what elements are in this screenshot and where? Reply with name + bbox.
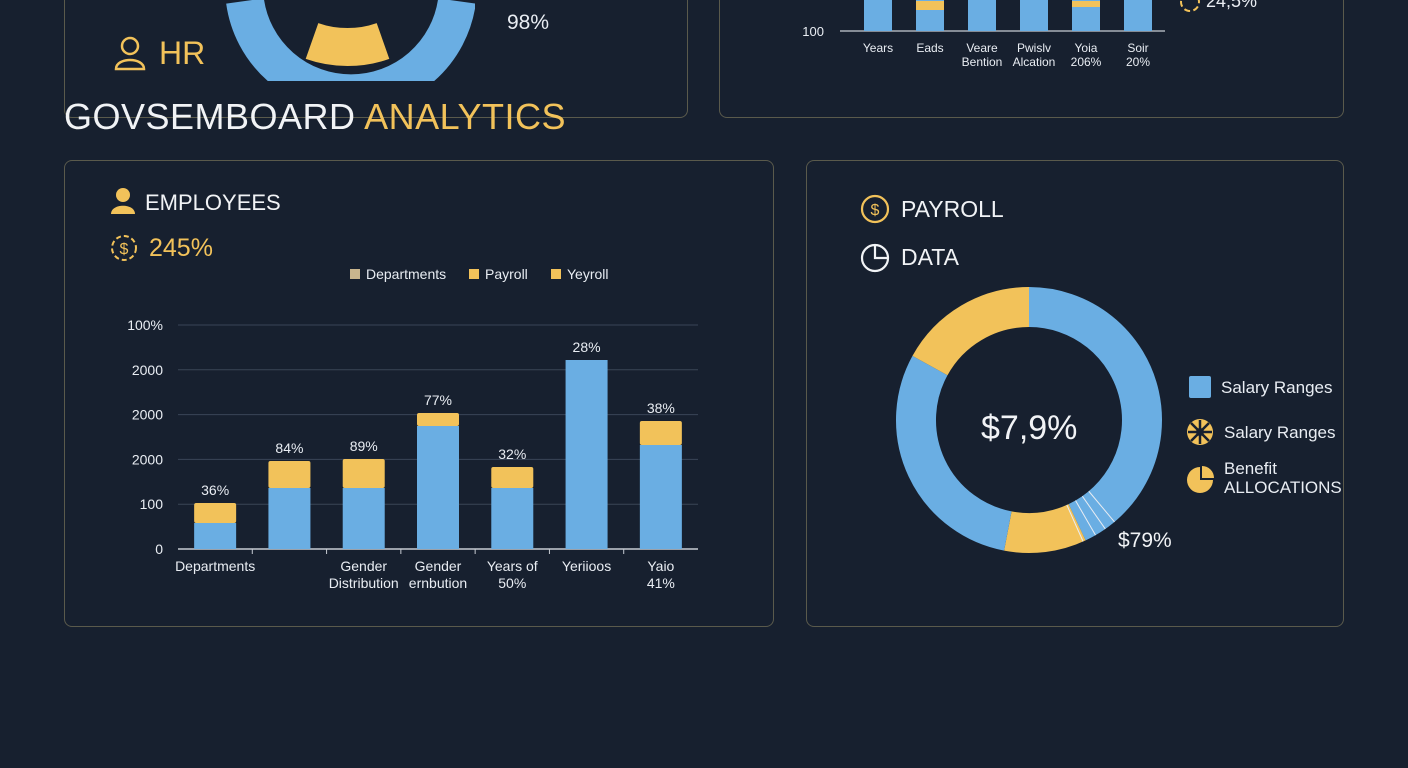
bar-departments <box>268 488 311 549</box>
mini-bar-chart: 100 Years Eads VeareBention PwislvAlcation Yo… <box>802 0 1165 69</box>
bar-departments <box>639 445 682 549</box>
mini-y-tick: 100 <box>802 24 824 39</box>
bar-departments <box>417 426 459 549</box>
data-label: 89% <box>350 438 378 454</box>
x-tick-label: Yeriioos <box>562 558 611 574</box>
mini-bar <box>1020 0 1048 31</box>
bar-departments <box>194 523 237 549</box>
mini-x-label: Alcation <box>1013 55 1056 69</box>
bar-payroll <box>342 459 385 488</box>
title-part2: ANALYTICS <box>364 96 566 137</box>
data-label: 84% <box>275 440 303 456</box>
x-tick-label: Years of <box>487 558 538 574</box>
legend-swatch <box>469 269 479 279</box>
hr-label: HR <box>159 35 206 71</box>
donut-segment <box>896 355 1013 551</box>
payroll-panel: $ PAYROLL DATA $7,9% $79% Salary Ranges … <box>806 160 1344 627</box>
mini-x-label: Years <box>863 41 893 55</box>
mini-x-label: Soir <box>1127 41 1148 55</box>
legend-item-2: Salary Ranges <box>1224 423 1336 442</box>
y-tick-label: 2000 <box>132 407 163 423</box>
mini-x-label: Yoia <box>1075 41 1098 55</box>
employees-bar-chart: Departments Payroll Yeyroll 100% 2000 2000 200… <box>127 266 698 591</box>
mini-bar <box>968 0 996 31</box>
legend-swatch <box>350 269 360 279</box>
corner-value-text: 24,5% <box>1206 0 1258 11</box>
mini-x-label: Veare <box>966 41 998 55</box>
hr-donut <box>226 0 475 81</box>
dollar-circle-icon <box>1180 0 1200 13</box>
legend-item-3-line2: ALLOCATIONS <box>1224 478 1342 497</box>
dollar-coin-icon: $ <box>860 194 890 224</box>
donut-segment <box>912 287 1030 376</box>
x-tick-label: 41% <box>647 575 675 591</box>
starburst-icon <box>1187 419 1213 445</box>
user-icon <box>114 36 146 71</box>
donut-segment <box>1004 503 1086 553</box>
bar-payroll <box>491 467 534 488</box>
payroll-title: PAYROLL <box>901 196 1004 222</box>
top-right-panel: 100 Years Eads Veare Bention Pwislv Alcation Yo… <box>719 0 1344 118</box>
page-title: GOVSEMBOARD ANALYTICS <box>64 96 566 138</box>
legend-swatch <box>551 269 561 279</box>
bar-departments <box>342 488 385 549</box>
x-tick-label: ernbution <box>409 575 467 591</box>
donut-outer-value: $79% <box>1118 529 1172 552</box>
data-label: 36% <box>201 482 229 498</box>
x-tick-label: 50% <box>498 575 526 591</box>
data-label: 77% <box>424 392 452 408</box>
pie-icon <box>1187 466 1214 493</box>
title-part1: GOVSEMBOARD <box>64 96 356 137</box>
y-tick-label: 2000 <box>132 451 163 467</box>
mini-x-label: Bention <box>962 55 1003 69</box>
bar-departments <box>565 360 608 549</box>
legend-label: Yeyroll <box>567 266 609 282</box>
y-tick-label: 100 <box>140 496 164 512</box>
legend-item-1: Salary Ranges <box>1221 378 1333 397</box>
square-icon <box>1189 376 1211 398</box>
employees-panel: EMPLOYEES $ 245% Departments Payroll Yeyro… <box>64 160 774 627</box>
bar-payroll <box>639 421 682 445</box>
mini-x-label: 20% <box>1126 55 1150 69</box>
x-tick-label: Yaio <box>647 558 674 574</box>
mini-bar-gold <box>916 1 944 10</box>
mini-bar <box>864 0 892 31</box>
data-label: 28% <box>573 339 601 355</box>
mini-x-label: Eads <box>916 41 943 55</box>
mini-x-label: Pwislv <box>1017 41 1051 55</box>
legend-label: Departments <box>366 266 446 282</box>
hr-donut-gold <box>305 22 390 66</box>
bar-payroll <box>194 503 237 523</box>
bar-payroll <box>417 413 459 426</box>
data-label: 38% <box>647 400 675 416</box>
x-tick-label: Distribution <box>329 575 399 591</box>
bar-departments <box>491 488 534 549</box>
legend-label: Payroll <box>485 266 528 282</box>
mini-bar <box>1124 0 1152 31</box>
svg-text:$: $ <box>871 202 880 219</box>
y-tick-label: 0 <box>155 541 163 557</box>
x-tick-label: Departments <box>175 558 255 574</box>
mini-x-label: 206% <box>1071 55 1102 69</box>
donut-center-value: $7,9% <box>981 409 1078 447</box>
mini-bar-gold <box>1072 1 1100 7</box>
corner-value: 24,5% <box>1180 0 1258 13</box>
data-label: 32% <box>498 446 526 462</box>
hr-value: 98% <box>507 11 550 34</box>
legend-item-3-line1: Benefit <box>1224 459 1277 478</box>
x-tick-label: Gender <box>415 558 462 574</box>
y-tick-label: 2000 <box>132 362 163 378</box>
y-tick-label: 100% <box>127 317 163 333</box>
x-tick-label: Gender <box>340 558 387 574</box>
bar-payroll <box>268 461 311 488</box>
